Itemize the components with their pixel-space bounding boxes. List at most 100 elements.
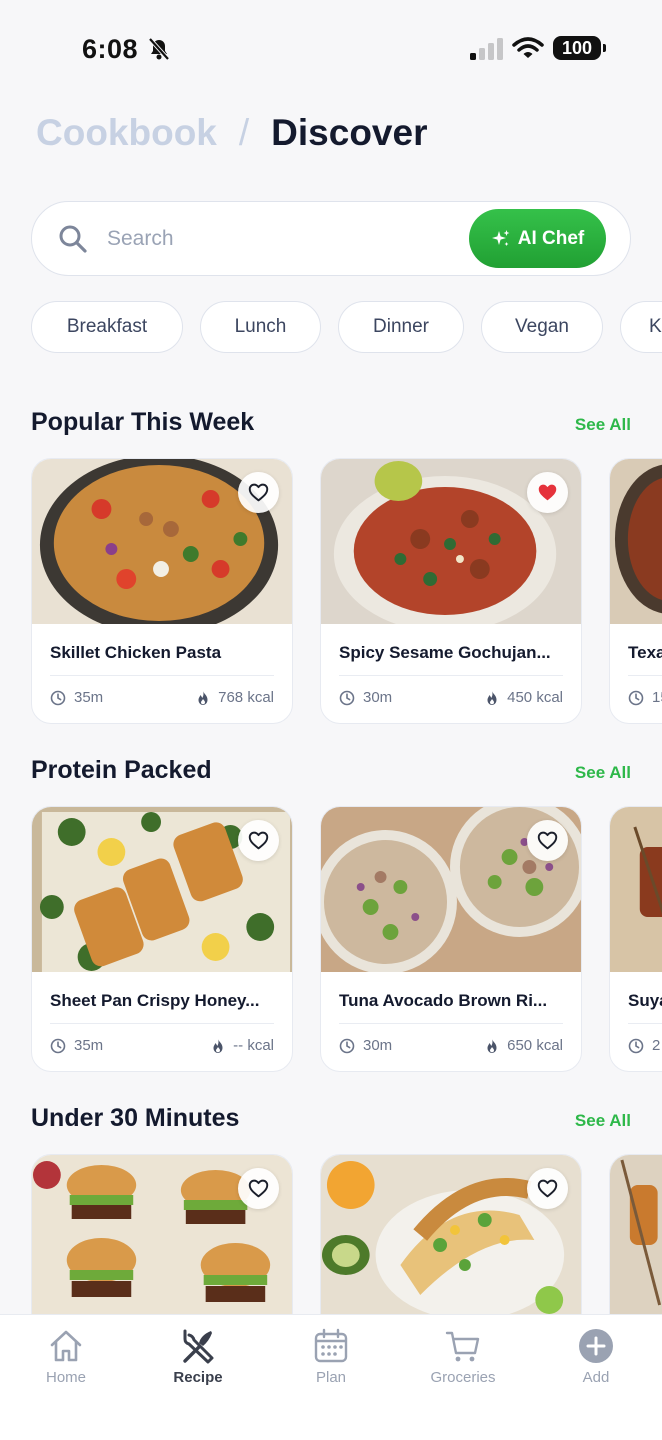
recipe-time: 30m — [339, 689, 392, 706]
recipe-time-value: 2 — [652, 1037, 661, 1054]
recipe-time: 30m — [339, 1037, 392, 1054]
recipe-card[interactable] — [320, 1154, 582, 1314]
bottom-nav: Home Recipe Plan Groceries Add — [0, 1314, 662, 1440]
chip-lunch[interactable]: Lunch — [200, 301, 321, 353]
nav-add[interactable]: Add — [546, 1327, 646, 1397]
recipe-time-value: 35m — [74, 1037, 104, 1054]
section-title-under-30: Under 30 Minutes — [31, 1104, 240, 1132]
favorite-button[interactable] — [527, 472, 568, 513]
recipe-time-value: 35m — [74, 689, 104, 706]
nav-groceries-label: Groceries — [430, 1369, 496, 1386]
recipe-time-value: 30m — [363, 689, 393, 706]
nav-plan[interactable]: Plan — [281, 1327, 381, 1397]
calendar-icon — [314, 1328, 348, 1363]
see-all-under-30[interactable]: See All — [575, 1111, 631, 1131]
nav-groceries[interactable]: Groceries — [413, 1327, 513, 1397]
recipe-title: Spicy Sesame Gochujan... — [339, 643, 551, 662]
clock-icon — [339, 690, 355, 706]
recipe-card[interactable] — [609, 1154, 662, 1314]
nav-recipe[interactable]: Recipe — [148, 1327, 248, 1397]
breadcrumb-cookbook[interactable]: Cookbook — [36, 112, 217, 154]
favorite-button[interactable] — [527, 820, 568, 861]
chip-dinner[interactable]: Dinner — [338, 301, 464, 353]
flame-icon — [210, 1038, 226, 1054]
section-title-protein: Protein Packed — [31, 756, 212, 784]
ai-chef-label: AI Chef — [517, 227, 585, 249]
status-time: 6:08 — [82, 34, 139, 64]
heart-filled-icon — [537, 482, 558, 503]
recipe-card[interactable] — [31, 1154, 293, 1314]
recipe-kcal-value: 450 kcal — [507, 689, 563, 706]
favorite-button[interactable] — [527, 1168, 568, 1209]
recipe-title: Skillet Chicken Pasta — [50, 643, 222, 662]
status-bar: 6:08 100 — [0, 0, 662, 96]
favorite-button[interactable] — [238, 1168, 279, 1209]
ai-chef-button[interactable]: AI Chef — [469, 209, 606, 268]
clock-icon — [50, 690, 66, 706]
nav-add-label: Add — [582, 1369, 610, 1386]
recipe-title: Suya — [628, 991, 662, 1010]
nav-home[interactable]: Home — [16, 1327, 116, 1397]
recipe-image — [610, 459, 662, 624]
wifi-icon — [512, 37, 544, 58]
cart-icon — [445, 1331, 480, 1362]
favorite-button[interactable] — [238, 820, 279, 861]
recipe-title: Texa — [628, 643, 662, 662]
signal-icon — [470, 38, 503, 60]
utensils-icon — [183, 1329, 214, 1364]
recipe-time-value: 30m — [363, 1037, 393, 1054]
recipe-card[interactable]: Spicy Sesame Gochujan... 30m 450 kcal — [320, 458, 582, 724]
flame-icon — [484, 690, 500, 706]
plus-circle-icon — [579, 1329, 613, 1363]
recipe-time: 2 — [628, 1037, 660, 1054]
recipe-calories: -- kcal — [210, 1037, 274, 1054]
chip-vegan[interactable]: Vegan — [481, 301, 603, 353]
popular-row: Skillet Chicken Pasta 35m 768 kcal Spicy… — [31, 458, 662, 726]
clock-icon — [50, 1038, 66, 1054]
flame-icon — [195, 690, 211, 706]
search-input[interactable] — [107, 220, 447, 258]
category-chips: Breakfast Lunch Dinner Vegan K — [31, 301, 662, 355]
clock-icon — [628, 690, 644, 706]
recipe-kcal-value: -- kcal — [233, 1037, 274, 1054]
recipe-kcal-value: 650 kcal — [507, 1037, 563, 1054]
heart-outline-icon — [537, 1178, 558, 1199]
page-title: Discover — [271, 112, 428, 153]
nav-home-label: Home — [45, 1369, 86, 1386]
recipe-time-value: 15 — [652, 689, 662, 706]
home-icon — [50, 1330, 82, 1362]
favorite-button[interactable] — [238, 472, 279, 513]
card-divider — [339, 1023, 563, 1024]
recipe-card[interactable]: Suya 2 — [609, 806, 662, 1072]
search-icon — [59, 225, 87, 253]
recipe-time: 15 — [628, 689, 662, 706]
search-bar[interactable]: AI Chef — [31, 201, 631, 276]
flame-icon — [484, 1038, 500, 1054]
protein-row: Sheet Pan Crispy Honey... 35m -- kcal Tu… — [31, 806, 662, 1074]
bell-muted-icon — [148, 37, 170, 61]
nav-recipe-label: Recipe — [173, 1369, 223, 1386]
recipe-card[interactable]: Sheet Pan Crispy Honey... 35m -- kcal — [31, 806, 293, 1072]
recipe-card[interactable]: Skillet Chicken Pasta 35m 768 kcal — [31, 458, 293, 724]
card-divider — [50, 1023, 274, 1024]
chip-breakfast[interactable]: Breakfast — [31, 301, 183, 353]
see-all-protein[interactable]: See All — [575, 763, 631, 783]
card-divider — [339, 675, 563, 676]
card-divider — [628, 1023, 662, 1024]
recipe-calories: 768 kcal — [195, 689, 274, 706]
chip-keto[interactable]: K — [620, 301, 662, 353]
recipe-card[interactable]: Tuna Avocado Brown Ri... 30m 650 kcal — [320, 806, 582, 1072]
recipe-image — [610, 807, 662, 972]
recipe-image — [610, 1155, 662, 1314]
under-30-row — [31, 1154, 662, 1314]
breadcrumb-separator: / — [238, 112, 250, 153]
battery-icon: 100 — [553, 36, 606, 60]
recipe-title: Sheet Pan Crispy Honey... — [50, 991, 260, 1010]
recipe-card[interactable]: Texa 15 — [609, 458, 662, 724]
clock-icon — [628, 1038, 644, 1054]
see-all-popular[interactable]: See All — [575, 415, 631, 435]
section-title-popular: Popular This Week — [31, 408, 255, 436]
heart-outline-icon — [248, 482, 269, 503]
sparkle-icon — [491, 229, 510, 246]
card-divider — [50, 675, 274, 676]
